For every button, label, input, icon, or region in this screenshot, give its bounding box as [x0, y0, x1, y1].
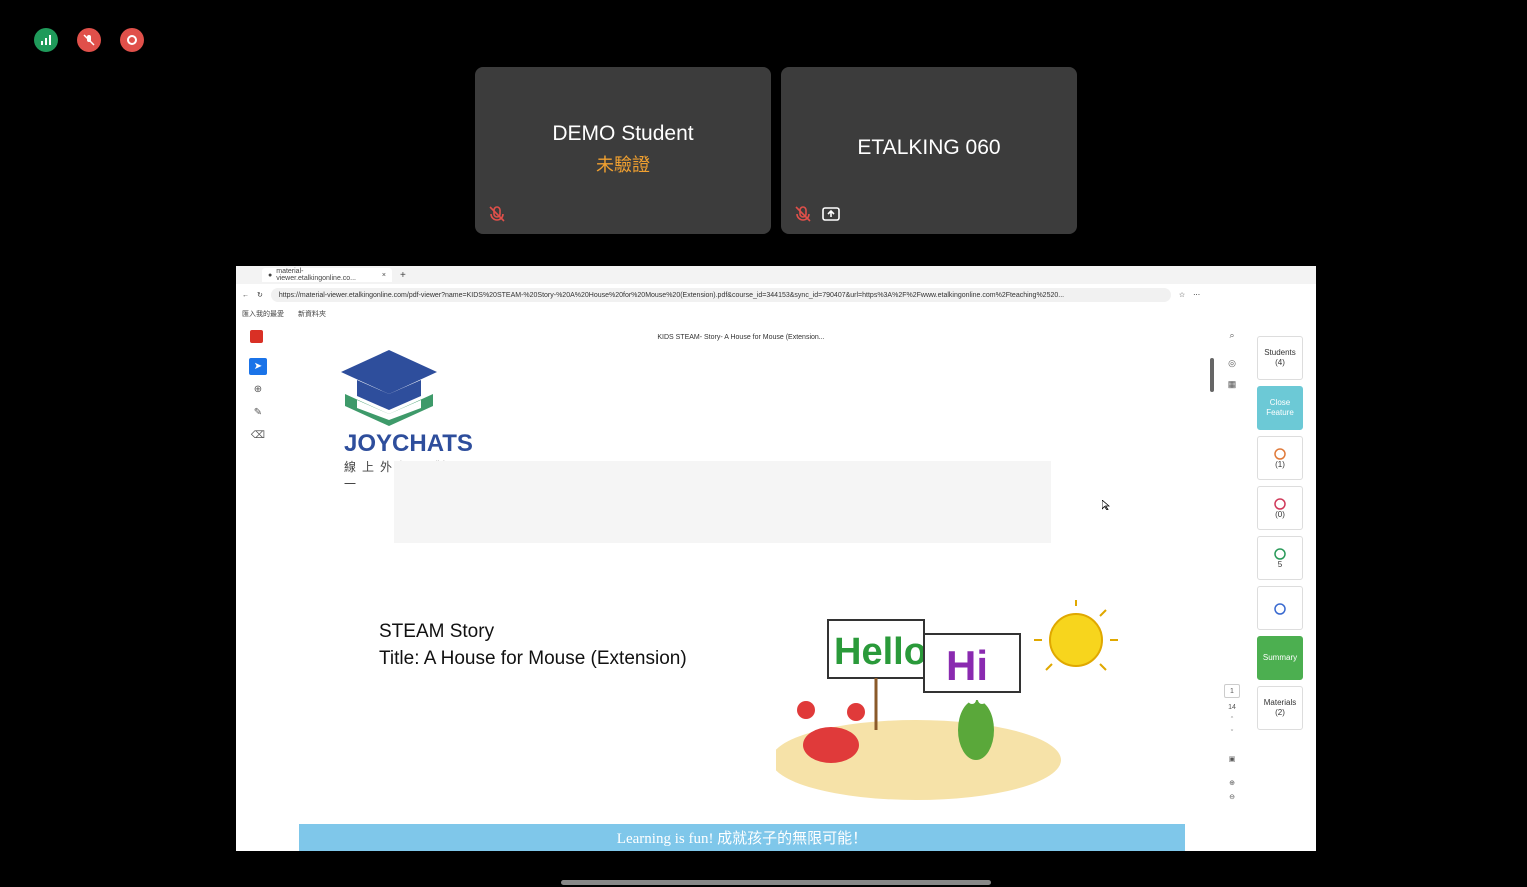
participant-name: DEMO Student: [552, 122, 694, 145]
medal-icon: [1274, 498, 1286, 510]
eraser-tool-icon[interactable]: ⌫: [249, 427, 267, 444]
medal-icon: [1274, 448, 1286, 460]
participant-tile-demo-student[interactable]: DEMO Student 未驗證: [475, 67, 771, 234]
browser-tab[interactable]: ● material-viewer.etalkingonline.co... ×: [262, 268, 392, 282]
reward-button-4[interactable]: [1257, 586, 1303, 630]
zoom-out-icon[interactable]: ⊖: [1229, 793, 1235, 801]
address-bar[interactable]: https://material-viewer.etalkingonline.c…: [270, 288, 1171, 302]
signal-icon[interactable]: [34, 28, 58, 52]
pdf-page: JOYCHATS 線上外師一對一 STEAM Story Title: A Ho…: [299, 350, 1185, 851]
sign-hello: Hello: [834, 631, 927, 673]
page-current[interactable]: 1: [1224, 684, 1240, 698]
medal-icon: [1274, 603, 1286, 615]
chevron-down-icon[interactable]: ˇ: [1231, 730, 1233, 737]
pdf-side-tools: ⌕ ◎ ▦: [1222, 330, 1242, 390]
favorites-bar: 匯入我的最愛 新資料夾: [236, 307, 1316, 321]
mic-off-icon: [489, 206, 505, 222]
story-line: STEAM Story: [379, 621, 495, 642]
search-icon[interactable]: ⌕: [1229, 330, 1234, 341]
footer-banner: Learning is fun! 成就孩子的無限可能！: [299, 824, 1185, 851]
menu-icon[interactable]: ⋯: [1193, 291, 1200, 299]
star-icon[interactable]: ☆: [1179, 291, 1185, 299]
tab-favicon-icon: ●: [268, 271, 273, 279]
reward-button-2[interactable]: (0): [1257, 486, 1303, 530]
screen-share-icon: [822, 207, 840, 221]
page-navigator: 1 14 ˆ ˇ ▣ ⊕ ⊖: [1222, 684, 1242, 801]
story-title: STEAM Story Title: A House for Mouse (Ex…: [379, 618, 687, 672]
class-sidebar: Students (4) Close Feature (1) (0) 5 Sum…: [1257, 336, 1303, 730]
tab-title: material-viewer.etalkingonline.co...: [276, 268, 357, 282]
pdf-scrollbar[interactable]: [1210, 358, 1214, 392]
reward-button-3[interactable]: 5: [1257, 536, 1303, 580]
fit-page-icon[interactable]: ▣: [1229, 755, 1236, 763]
pen-tool-icon[interactable]: ✎: [249, 404, 267, 421]
logo-text: JOYCHATS: [344, 430, 473, 457]
annotation-toolbar: ➤ ⊕ ✎ ⌫: [246, 358, 270, 444]
page-total: 14: [1228, 704, 1236, 711]
mic-off-icon[interactable]: [77, 28, 101, 52]
materials-button[interactable]: Materials (2): [1257, 686, 1303, 730]
status-bar: [34, 28, 144, 52]
record-icon[interactable]: [120, 28, 144, 52]
mouse-cursor-icon: [1102, 500, 1110, 510]
tab-close-icon[interactable]: ×: [382, 272, 386, 279]
mic-off-icon: [795, 206, 811, 222]
grid-icon[interactable]: ▦: [1228, 379, 1237, 390]
reload-icon[interactable]: ↻: [257, 291, 263, 299]
reward-button-1[interactable]: (1): [1257, 436, 1303, 480]
students-button[interactable]: Students (4): [1257, 336, 1303, 380]
home-indicator[interactable]: [561, 880, 991, 885]
shared-screen: ● material-viewer.etalkingonline.co... ×…: [236, 266, 1316, 851]
participant-status: 未驗證: [596, 155, 650, 175]
participant-name: ETALKING 060: [857, 136, 1001, 159]
chevron-up-icon[interactable]: ˆ: [1231, 717, 1233, 724]
back-icon[interactable]: ←: [242, 292, 249, 299]
new-tab-button[interactable]: +: [400, 270, 406, 281]
zoom-tool-icon[interactable]: ⊕: [249, 381, 267, 398]
medal-icon: [1274, 548, 1286, 560]
pdf-title: KIDS STEAM- Story- A House for Mouse (Ex…: [657, 333, 825, 341]
story-line: Title: A House for Mouse (Extension): [379, 648, 687, 669]
zoom-in-icon[interactable]: ⊕: [1229, 779, 1235, 787]
sign-hi: Hi: [946, 642, 988, 689]
sync-icon[interactable]: ◎: [1228, 358, 1236, 369]
beach-illustration: Hello Hi: [776, 600, 1118, 800]
title-placeholder: [394, 461, 1051, 543]
favorite-item[interactable]: 新資料夾: [298, 309, 326, 319]
browser-urlbar: ← ↻ https://material-viewer.etalkingonli…: [236, 286, 1316, 304]
browser-tabbar: ● material-viewer.etalkingonline.co... ×…: [236, 266, 1316, 284]
summary-button[interactable]: Summary: [1257, 636, 1303, 680]
select-tool-icon[interactable]: ➤: [249, 358, 267, 375]
close-feature-button[interactable]: Close Feature: [1257, 386, 1303, 430]
participant-tile-etalking[interactable]: ETALKING 060: [781, 67, 1077, 234]
favorite-item[interactable]: 匯入我的最愛: [242, 309, 284, 319]
